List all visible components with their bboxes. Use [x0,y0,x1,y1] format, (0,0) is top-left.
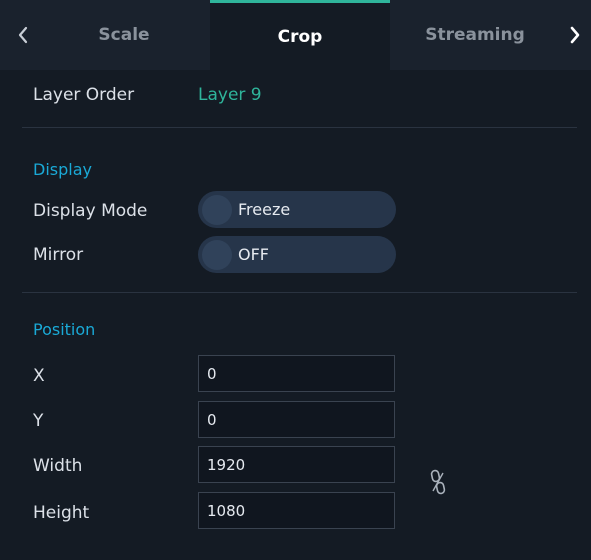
tab-crop-label: Crop [277,26,323,47]
y-label: Y [33,411,44,431]
toggle-knob [202,194,232,225]
display-mode-value: Freeze [238,200,291,219]
layer-order-value: Layer 9 [198,85,262,105]
tab-scale[interactable]: Scale [38,0,210,70]
position-section-title: Position [33,320,96,339]
divider [22,292,577,293]
chevron-left-icon[interactable] [8,0,38,70]
width-label: Width [33,456,83,476]
toggle-knob [202,239,232,270]
tab-crop[interactable]: Crop [210,0,390,70]
y-input[interactable] [198,401,395,438]
display-mode-toggle[interactable]: Freeze [198,191,396,228]
x-label: X [33,366,45,386]
unlink-icon[interactable] [430,469,446,499]
display-mode-label: Display Mode [33,201,148,221]
mirror-value: OFF [238,245,269,264]
height-label: Height [33,503,90,523]
tab-streaming[interactable]: Streaming [390,0,560,70]
display-section-title: Display [33,160,92,179]
mirror-toggle[interactable]: OFF [198,236,396,273]
tab-streaming-label: Streaming [425,25,525,45]
chevron-right-icon[interactable] [560,0,590,70]
x-input[interactable] [198,355,395,392]
mirror-label: Mirror [33,245,84,265]
tab-scale-label: Scale [98,25,150,45]
divider [22,127,577,128]
layer-order-label: Layer Order [33,85,135,105]
height-input[interactable] [198,492,395,529]
width-input[interactable] [198,446,395,483]
tab-bar: Scale Crop Streaming [0,0,591,70]
